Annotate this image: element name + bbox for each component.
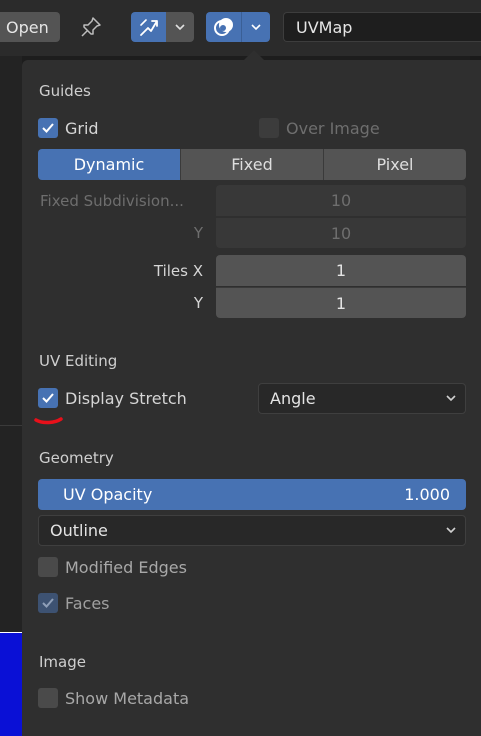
uvmap-label: UVMap <box>296 17 353 37</box>
over-image-checkbox[interactable] <box>259 118 279 138</box>
checkmark-icon <box>42 393 54 403</box>
open-button-label: Open <box>6 17 49 37</box>
uv-opacity-value: 1.000 <box>404 485 450 504</box>
uv-opacity-slider[interactable]: UV Opacity 1.000 <box>38 479 466 510</box>
fixed-subdivision-x-value: 10 <box>330 191 352 210</box>
pin-icon <box>81 17 101 37</box>
fixed-subdivision-y-field[interactable]: 10 <box>216 217 466 248</box>
edge-display-dropdown[interactable]: Outline <box>38 515 466 546</box>
overlays-dropdown[interactable] <box>241 12 270 42</box>
stretch-mode-value: Angle <box>270 389 316 408</box>
faces-checkbox-row[interactable]: Faces <box>38 593 110 613</box>
edge-display-value: Outline <box>50 521 108 540</box>
uv-sync-dropdown[interactable] <box>166 12 194 42</box>
over-image-label: Over Image <box>286 118 380 138</box>
open-button[interactable]: Open <box>0 12 60 42</box>
tiles-x-value: 1 <box>335 261 347 280</box>
faces-checkbox[interactable] <box>38 593 58 613</box>
fixed-subdivision-label: Fixed Subdivision... <box>40 192 184 210</box>
chevron-down-icon <box>446 527 456 534</box>
grid-checkbox-row[interactable]: Grid <box>38 118 99 138</box>
chevron-down-icon <box>251 24 261 31</box>
red-annotation-mark <box>34 417 63 425</box>
grid-mode-dynamic[interactable]: Dynamic <box>38 149 180 180</box>
overlays-button[interactable] <box>206 12 241 42</box>
chevron-down-icon <box>446 395 456 402</box>
over-image-checkbox-row[interactable]: Over Image <box>259 118 380 138</box>
section-title-geometry: Geometry <box>39 449 114 467</box>
grid-checkbox[interactable] <box>38 118 58 138</box>
display-stretch-checkbox[interactable] <box>38 388 58 408</box>
editor-header: Open UVMap <box>0 0 481 56</box>
uv-sync-button[interactable] <box>131 12 166 42</box>
faces-label: Faces <box>65 593 110 613</box>
tiles-x-field[interactable]: 1 <box>216 255 466 286</box>
section-title-uv-editing: UV Editing <box>39 352 118 370</box>
chevron-down-icon <box>175 24 185 31</box>
checkmark-icon <box>42 123 54 133</box>
grid-label: Grid <box>65 118 99 138</box>
fixed-subdivision-y-value: 10 <box>330 223 352 243</box>
modified-edges-checkbox-row[interactable]: Modified Edges <box>38 557 187 577</box>
fixed-subdivision-y-label: Y <box>193 224 203 242</box>
overlay-icon <box>213 18 233 36</box>
grid-mode-pixel[interactable]: Pixel <box>323 149 466 180</box>
fixed-subdivision-x-field[interactable]: 10 <box>216 185 466 216</box>
uv-opacity-label: UV Opacity <box>63 485 153 504</box>
grid-mode-fixed[interactable]: Fixed <box>180 149 323 180</box>
uvmap-selector[interactable]: UVMap <box>283 12 481 42</box>
tiles-y-value: 1 <box>335 293 347 313</box>
uv-sync-icon <box>139 19 158 36</box>
section-title-image: Image <box>39 653 86 671</box>
modified-edges-label: Modified Edges <box>65 557 187 577</box>
show-metadata-checkbox[interactable] <box>38 688 58 708</box>
divider <box>0 425 22 426</box>
section-title-guides: Guides <box>39 82 91 100</box>
show-metadata-checkbox-row[interactable]: Show Metadata <box>38 688 189 708</box>
checkmark-icon <box>42 598 54 608</box>
tiles-y-field[interactable]: 1 <box>216 287 466 318</box>
show-metadata-label: Show Metadata <box>65 688 190 708</box>
display-stretch-checkbox-row[interactable]: Display Stretch <box>38 388 187 408</box>
stretch-mode-dropdown[interactable]: Angle <box>258 383 466 414</box>
display-stretch-label: Display Stretch <box>65 388 187 408</box>
pin-button[interactable] <box>74 12 108 42</box>
tiles-x-label: Tiles X <box>153 262 203 280</box>
tiles-y-label: Y <box>193 294 203 312</box>
modified-edges-checkbox[interactable] <box>38 557 58 577</box>
grid-mode-selector: Dynamic Fixed Pixel <box>38 149 466 180</box>
